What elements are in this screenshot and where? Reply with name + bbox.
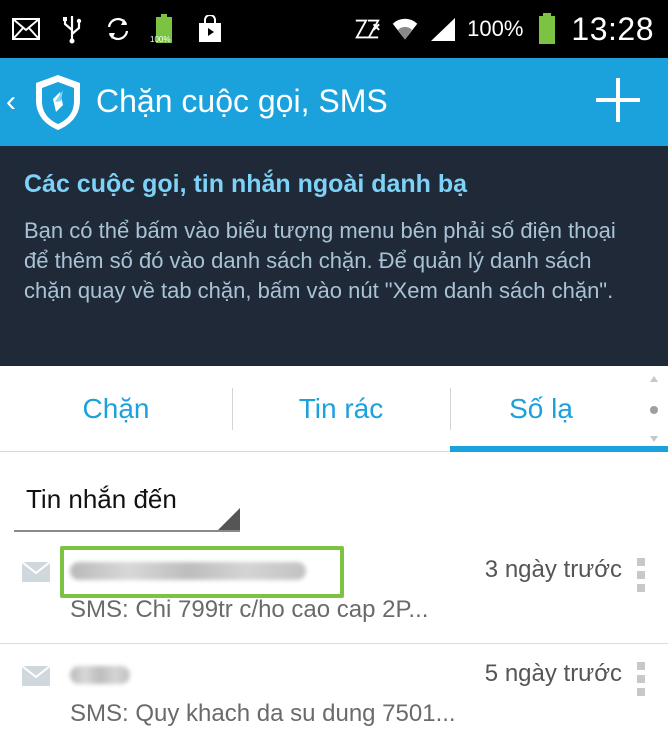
tab-active-indicator <box>450 446 668 452</box>
clock: 13:28 <box>571 10 654 47</box>
envelope-icon <box>21 665 51 686</box>
action-bar: ‹ Chặn cuộc gọi, SMS <box>0 58 668 146</box>
tab-bar: Chặn Tin rác Số lạ <box>0 366 668 452</box>
filter-selected-value: Tin nhắn đến <box>26 484 177 514</box>
tab-spam[interactable]: Tin rác <box>232 366 450 452</box>
mail-icon <box>12 15 40 43</box>
tab-unknown-numbers[interactable]: Số lạ <box>450 366 632 452</box>
status-bar-right: 100% 13:28 <box>353 6 654 52</box>
page-title: Chặn cuộc gọi, SMS <box>96 83 388 119</box>
info-body: Bạn có thể bấm vào biểu tượng menu bên p… <box>24 218 616 303</box>
nfc-icon <box>353 15 381 43</box>
store-icon <box>196 15 224 43</box>
app-logo-icon[interactable] <box>30 72 86 132</box>
signal-icon <box>429 15 457 43</box>
battery-icon <box>533 13 561 44</box>
overflow-menu-icon[interactable] <box>634 662 648 696</box>
wifi-icon <box>391 15 419 43</box>
message-filter-dropdown[interactable]: Tin nhắn đến <box>14 474 240 532</box>
back-icon[interactable]: ‹ <box>6 82 30 122</box>
sender-number-redacted <box>70 656 130 694</box>
message-row[interactable]: 3 ngày trước SMS: Chi 799tr c/ho cao cap… <box>0 546 668 644</box>
battery-small-label: 100% <box>150 35 171 44</box>
message-preview: SMS: Chi 799tr c/ho cao cap 2P... <box>70 596 429 623</box>
highlight-box <box>60 546 344 598</box>
envelope-icon <box>21 561 51 582</box>
sync-icon <box>104 15 132 43</box>
overflow-menu-icon[interactable] <box>634 558 648 592</box>
battery-percent: 100% <box>467 16 524 41</box>
info-panel: Các cuộc gọi, tin nhắn ngoài danh bạ Bạn… <box>0 146 668 366</box>
status-bar: 100% 100% 13:28 <box>0 0 668 58</box>
message-preview: SMS: Quy khach da su dung 7501... <box>70 700 456 727</box>
battery-small-icon: 100% <box>150 14 178 44</box>
tab-block[interactable]: Chặn <box>0 366 232 452</box>
status-bar-left: 100% <box>12 8 224 50</box>
info-title: Các cuộc gọi, tin nhắn ngoài danh bạ <box>24 170 468 198</box>
tab-scroll-indicator[interactable] <box>646 372 662 446</box>
message-time: 3 ngày trước <box>484 556 622 583</box>
message-row[interactable]: 5 ngày trước SMS: Quy khach da su dung 7… <box>0 650 668 748</box>
dropdown-corner-icon <box>218 508 240 530</box>
add-icon[interactable] <box>588 70 648 130</box>
message-time: 5 ngày trước <box>484 660 622 687</box>
usb-icon <box>58 15 86 44</box>
